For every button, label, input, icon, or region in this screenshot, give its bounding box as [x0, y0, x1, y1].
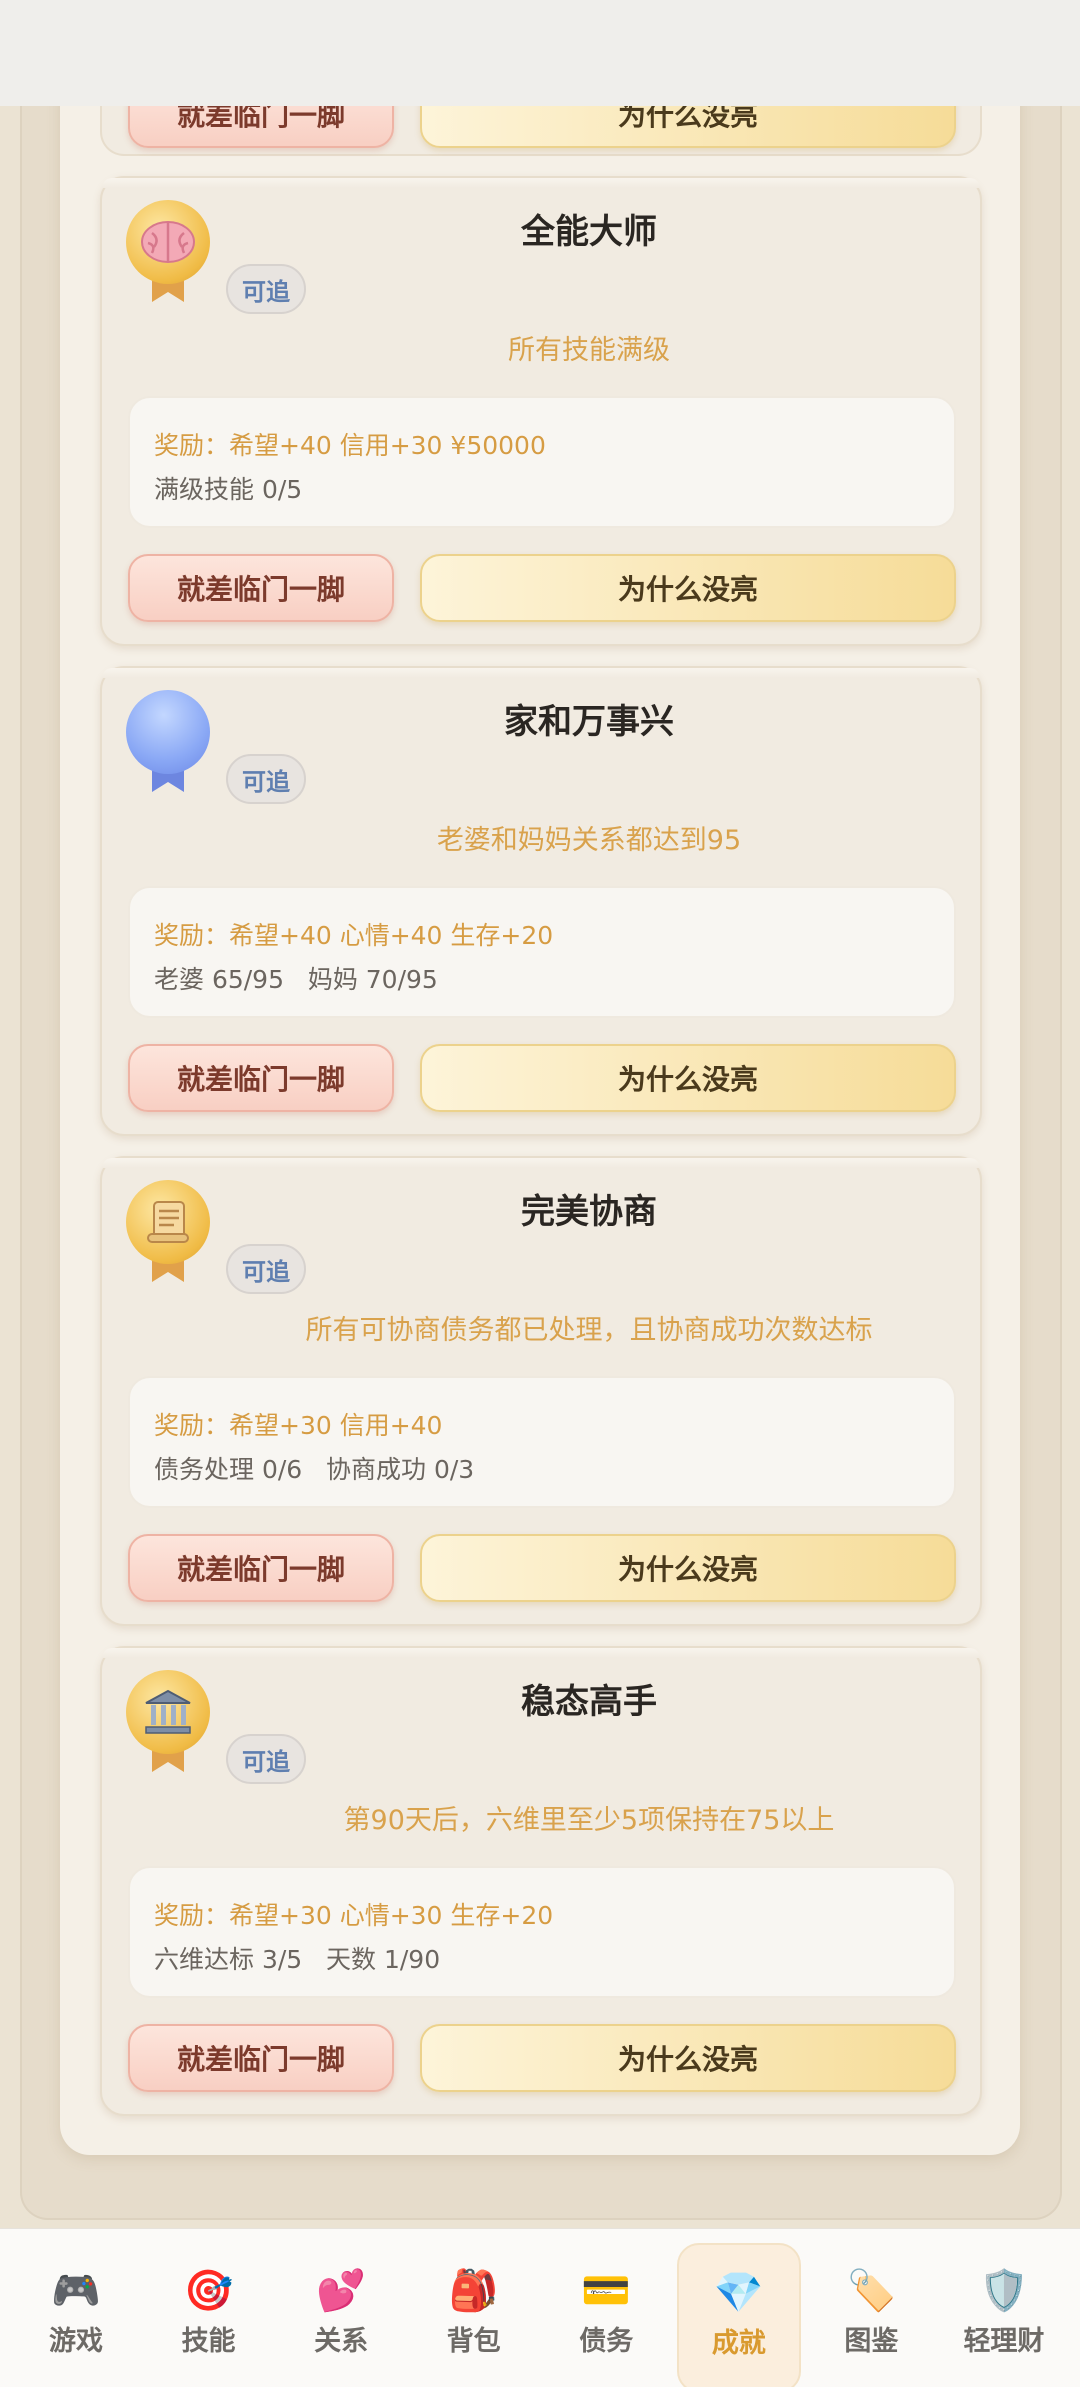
achievement-title: 全能大师 — [521, 212, 657, 252]
near-miss-button-label: 就差临门一脚 — [176, 1063, 345, 1096]
near-miss-button-label: 就差临门一脚 — [176, 573, 345, 606]
nav-label: 关系 — [314, 2326, 369, 2357]
near-miss-button-label: 就差临门一脚 — [176, 1553, 345, 1586]
hearts-icon: 💕 — [316, 2268, 367, 2314]
reward-box: 奖励：希望+30 心情+30 生存+20 六维达标 3/5 天数 1/90 — [128, 1866, 956, 1998]
bottom-nav: 🎮 游戏 🎯 技能 💕 关系 🎒 背包 💳 债务 💎 成就 🏷️ 图鉴 🛡️ 轻… — [0, 2228, 1080, 2387]
reward-box: 奖励：希望+40 心情+40 生存+20 老婆 65/95 妈妈 70/95 — [128, 886, 956, 1018]
why-not-lit-button-label: 为什么没亮 — [617, 1553, 758, 1586]
achievement-description: 老婆和妈妈关系都达到95 — [436, 825, 742, 856]
target-icon: 🎯 — [183, 2268, 234, 2314]
card-edge — [102, 178, 980, 188]
why-not-lit-button[interactable]: 为什么没亮 — [420, 2024, 956, 2092]
progress-text: 老婆 65/95 妈妈 70/95 — [154, 965, 438, 994]
reward-text: 奖励：希望+30 信用+40 — [154, 1411, 443, 1440]
card-edge — [102, 1158, 980, 1168]
why-not-lit-button-label: 为什么没亮 — [617, 1063, 758, 1096]
achievement-title: 家和万事兴 — [504, 702, 674, 742]
achievement-card: 稳态高手 可追 第90天后，六维里至少5项保持在75以上 奖励：希望+30 心情… — [100, 1646, 982, 2116]
why-not-lit-button[interactable]: 为什么没亮 — [420, 554, 956, 622]
why-not-lit-button-label: 为什么没亮 — [617, 2043, 758, 2076]
nav-item-backpack[interactable]: 🎒 背包 — [412, 2243, 536, 2387]
progress-text: 六维达标 3/5 天数 1/90 — [154, 1945, 441, 1974]
status-badge: 可追 — [226, 754, 306, 804]
status-badge: 可追 — [226, 1244, 306, 1294]
nav-item-achievements[interactable]: 💎 成就 — [676, 2243, 801, 2387]
gamepad-icon: 🎮 — [51, 2268, 101, 2314]
nav-item-collection[interactable]: 🏷️ 图鉴 — [809, 2243, 933, 2387]
why-not-lit-button[interactable]: 为什么没亮 — [420, 1534, 956, 1602]
achievement-description: 所有可协商债务都已处理，且协商成功次数达标 — [305, 1315, 873, 1346]
why-not-lit-button-label: 为什么没亮 — [617, 573, 758, 606]
nav-item-debt[interactable]: 💳 债务 — [544, 2243, 668, 2387]
nav-label: 图鉴 — [844, 2326, 899, 2357]
nav-item-relations[interactable]: 💕 关系 — [279, 2243, 403, 2387]
nav-label: 游戏 — [49, 2326, 103, 2357]
nav-label: 背包 — [446, 2326, 501, 2357]
status-badge: 可追 — [226, 264, 306, 314]
achievement-description: 第90天后，六维里至少5项保持在75以上 — [343, 1805, 835, 1836]
progress-text: 债务处理 0/6 协商成功 0/3 — [154, 1455, 475, 1484]
nav-label: 债务 — [579, 2326, 634, 2357]
near-miss-button-label: 就差临门一脚 — [176, 2043, 345, 2076]
nav-label: 成就 — [711, 2328, 766, 2359]
near-miss-button[interactable]: 就差临门一脚 — [128, 554, 394, 622]
achievement-title: 稳态高手 — [521, 1682, 657, 1722]
card-edge — [102, 668, 980, 678]
near-miss-button[interactable]: 就差临门一脚 — [128, 1044, 394, 1112]
achievement-card: 家和万事兴 可追 老婆和妈妈关系都达到95 奖励：希望+40 心情+40 生存+… — [100, 666, 982, 1136]
near-miss-button[interactable]: 就差临门一脚 — [128, 1534, 394, 1602]
achievement-card: 完美协商 可追 所有可协商债务都已处理，且协商成功次数达标 奖励：希望+30 信… — [100, 1156, 982, 1626]
achievement-card: 全能大师 可追 所有技能满级 奖励：希望+40 信用+30 ¥50000 满级技… — [100, 176, 982, 646]
why-not-lit-button[interactable]: 为什么没亮 — [420, 1044, 956, 1112]
status-badge: 可追 — [226, 1734, 306, 1784]
backpack-icon: 🎒 — [448, 2268, 499, 2314]
reward-box: 奖励：希望+40 信用+30 ¥50000 满级技能 0/5 — [128, 396, 956, 528]
near-miss-button[interactable]: 就差临门一脚 — [128, 2024, 394, 2092]
reward-text: 奖励：希望+40 心情+40 生存+20 — [154, 921, 554, 950]
achievement-title: 完美协商 — [521, 1192, 657, 1232]
tag-icon: 🏷️ — [846, 2268, 897, 2314]
nav-item-game[interactable]: 🎮 游戏 — [14, 2243, 138, 2387]
reward-text: 奖励：希望+40 信用+30 ¥50000 — [154, 431, 546, 460]
shield-icon: 🛡️ — [979, 2268, 1029, 2314]
progress-text: 满级技能 0/5 — [154, 475, 303, 504]
status-bar — [0, 0, 1080, 106]
nav-item-skills[interactable]: 🎯 技能 — [147, 2243, 271, 2387]
reward-text: 奖励：希望+30 心情+30 生存+20 — [154, 1901, 554, 1930]
nav-label: 轻理财 — [963, 2326, 1045, 2357]
nav-label: 技能 — [181, 2326, 236, 2357]
reward-box: 奖励：希望+30 信用+40 债务处理 0/6 协商成功 0/3 — [128, 1376, 956, 1508]
nav-item-finance[interactable]: 🛡️ 轻理财 — [942, 2243, 1066, 2387]
credit-card-icon: 💳 — [581, 2268, 632, 2314]
achievement-description: 所有技能满级 — [508, 335, 670, 366]
gem-icon: 💎 — [713, 2270, 764, 2316]
card-edge — [102, 1648, 980, 1658]
